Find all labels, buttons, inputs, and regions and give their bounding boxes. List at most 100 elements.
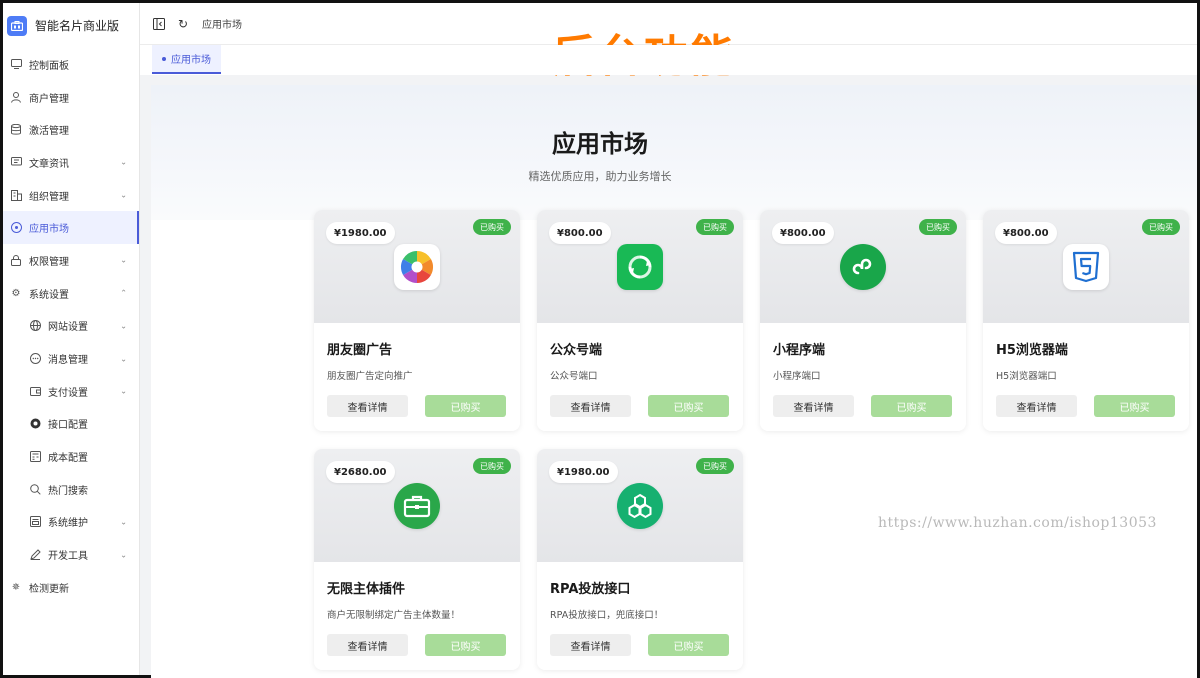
sidebar-subitem-dev-tools[interactable]: 开发工具 ⌄: [3, 538, 139, 571]
calculator-icon: [29, 451, 41, 463]
chevron-up-icon: ⌃: [120, 288, 127, 298]
brand-logo-icon: [7, 15, 27, 36]
purchased-button[interactable]: 已购买: [648, 395, 729, 417]
price-tag: ¥1980.00: [549, 461, 618, 483]
sidebar-subitem-hot-search[interactable]: 热门搜索: [3, 473, 139, 506]
app-name: 公众号端: [550, 343, 603, 358]
sidebar-item-app-market[interactable]: 应用市场: [3, 211, 139, 245]
watermark-text: https://www.huzhan.com/ishop13053: [878, 515, 1157, 531]
price-tag: ¥800.00: [549, 222, 611, 244]
chevron-down-icon: ⌄: [120, 517, 127, 527]
purchased-button[interactable]: 已购买: [648, 634, 729, 656]
purchased-button[interactable]: 已购买: [1094, 395, 1175, 417]
chevron-down-icon: ⌄: [120, 190, 127, 200]
sidebar-item-permissions[interactable]: 权限管理 ⌄: [3, 244, 139, 277]
app-card-header: ¥1980.00 已购买: [314, 210, 520, 323]
search-icon: [29, 483, 41, 495]
chevron-down-icon: ⌄: [120, 321, 127, 331]
sidebar-item-label: 成本配置: [48, 453, 88, 465]
sidebar-subitem-payment[interactable]: 支付设置 ⌄: [3, 375, 139, 408]
wallet-icon: [29, 385, 41, 397]
app-card-header: ¥800.00 已购买: [537, 210, 743, 323]
tab-app-market[interactable]: 应用市场: [152, 45, 221, 74]
sidebar-collapse-icon[interactable]: [152, 17, 166, 31]
sidebar-item-label: 热门搜索: [48, 485, 88, 497]
sidebar-item-dashboard[interactable]: 控制面板: [3, 48, 139, 81]
sidebar-subitem-cost-config[interactable]: 成本配置: [3, 440, 139, 473]
sidebar-subitem-api-config[interactable]: 接口配置: [3, 408, 139, 441]
purchased-badge: 已购买: [919, 219, 957, 235]
sidebar-item-label: 支付设置: [48, 387, 88, 399]
app-card-body: H5浏览器端 H5浏览器端口 查看详情 已购买: [983, 323, 1189, 431]
app-name: 无限主体插件: [327, 582, 406, 597]
app-name: H5浏览器端: [996, 343, 1068, 358]
globe-icon: [29, 320, 41, 332]
app-card: ¥1980.00 已购买 RPA投放接口 RPA投放接口，兜底接口！ 查看详情 …: [537, 449, 743, 670]
purchased-badge: 已购买: [696, 458, 734, 474]
view-details-button[interactable]: 查看详情: [550, 395, 631, 417]
sidebar-item-label: 消息管理: [48, 355, 88, 367]
mini-program-icon: [840, 244, 886, 290]
app-card: ¥800.00 已购买 公众号端 公众号端口 查看详情 已购买: [537, 210, 743, 431]
app-card-header: ¥2680.00 已购买: [314, 449, 520, 562]
purchased-button[interactable]: 已购买: [425, 395, 506, 417]
aperture-icon: [394, 244, 440, 290]
sidebar-item-label: 系统设置: [29, 289, 69, 301]
app-description: 公众号端口: [550, 371, 598, 382]
hexagon-icon: [617, 483, 663, 529]
maintenance-icon: [29, 516, 41, 528]
sidebar-item-merchants[interactable]: 商户管理: [3, 81, 139, 114]
active-dot-icon: [162, 56, 166, 61]
app-name: RPA投放接口: [550, 582, 631, 597]
lock-icon: [10, 254, 22, 266]
sidebar-item-label: 接口配置: [48, 420, 88, 432]
view-details-button[interactable]: 查看详情: [550, 634, 631, 656]
loading-icon: ✵: [11, 581, 21, 593]
purchased-badge: 已购买: [473, 458, 511, 474]
app-card: ¥1980.00 已购买 朋友圈广告 朋友圈广告定向推广 查看详情 已购买: [314, 210, 520, 431]
app-description: H5浏览器端口: [996, 371, 1057, 382]
gear-icon: ⚙: [11, 287, 21, 299]
view-details-button[interactable]: 查看详情: [996, 395, 1077, 417]
user-icon: [10, 91, 22, 103]
view-details-button[interactable]: 查看详情: [327, 395, 408, 417]
purchased-button[interactable]: 已购买: [871, 395, 952, 417]
price-tag: ¥800.00: [995, 222, 1057, 244]
sidebar-item-system-settings[interactable]: ⚙ 系统设置 ⌃: [3, 277, 139, 310]
page-tabs: 应用市场: [140, 45, 1197, 75]
sidebar-item-label: 商户管理: [29, 93, 69, 105]
app-description: 商户无限制绑定广告主体数量！: [327, 610, 461, 621]
view-details-button[interactable]: 查看详情: [773, 395, 854, 417]
brand-title: 智能名片商业版: [35, 19, 120, 33]
sidebar-item-check-update[interactable]: ✵ 检测更新: [3, 571, 139, 604]
chat-icon: [29, 353, 41, 365]
page-subtitle: 精选优质应用，助力业务增长: [528, 170, 672, 183]
tab-label: 应用市场: [171, 55, 211, 66]
app-card-body: 无限主体插件 商户无限制绑定广告主体数量！ 查看详情 已购买: [314, 562, 520, 670]
sidebar-item-label: 权限管理: [29, 256, 69, 268]
price-tag: ¥2680.00: [326, 461, 395, 483]
sidebar-item-label: 网站设置: [48, 322, 88, 334]
chevron-down-icon: ⌄: [120, 550, 127, 560]
view-details-button[interactable]: 查看详情: [327, 634, 408, 656]
sidebar-subitem-maintenance[interactable]: 系统维护 ⌄: [3, 506, 139, 539]
price-tag: ¥1980.00: [326, 222, 395, 244]
app-card-body: 小程序端 小程序端口 查看详情 已购买: [760, 323, 966, 431]
chevron-down-icon: ⌄: [120, 354, 127, 364]
pen-icon: [29, 549, 41, 561]
chevron-down-icon: ⌄: [120, 386, 127, 396]
brand[interactable]: 智能名片商业版: [3, 3, 139, 48]
sidebar-item-label: 检测更新: [29, 583, 69, 595]
app-card-header: ¥1980.00 已购买: [537, 449, 743, 562]
chevron-down-icon: ⌄: [120, 255, 127, 265]
briefcase-icon: [394, 483, 440, 529]
sidebar-subitem-website-settings[interactable]: 网站设置 ⌄: [3, 310, 139, 343]
sidebar-subitem-messages[interactable]: 消息管理 ⌄: [3, 342, 139, 375]
refresh-icon[interactable]: ↻: [176, 17, 190, 31]
breadcrumb[interactable]: 应用市场: [202, 16, 242, 31]
app-card: ¥800.00 已购买 H5浏览器端 H5浏览器端口 查看详情 已购买: [983, 210, 1189, 431]
purchased-badge: 已购买: [696, 219, 734, 235]
app-description: 朋友圈广告定向推广: [327, 371, 413, 382]
price-tag: ¥800.00: [772, 222, 834, 244]
purchased-button[interactable]: 已购买: [425, 634, 506, 656]
